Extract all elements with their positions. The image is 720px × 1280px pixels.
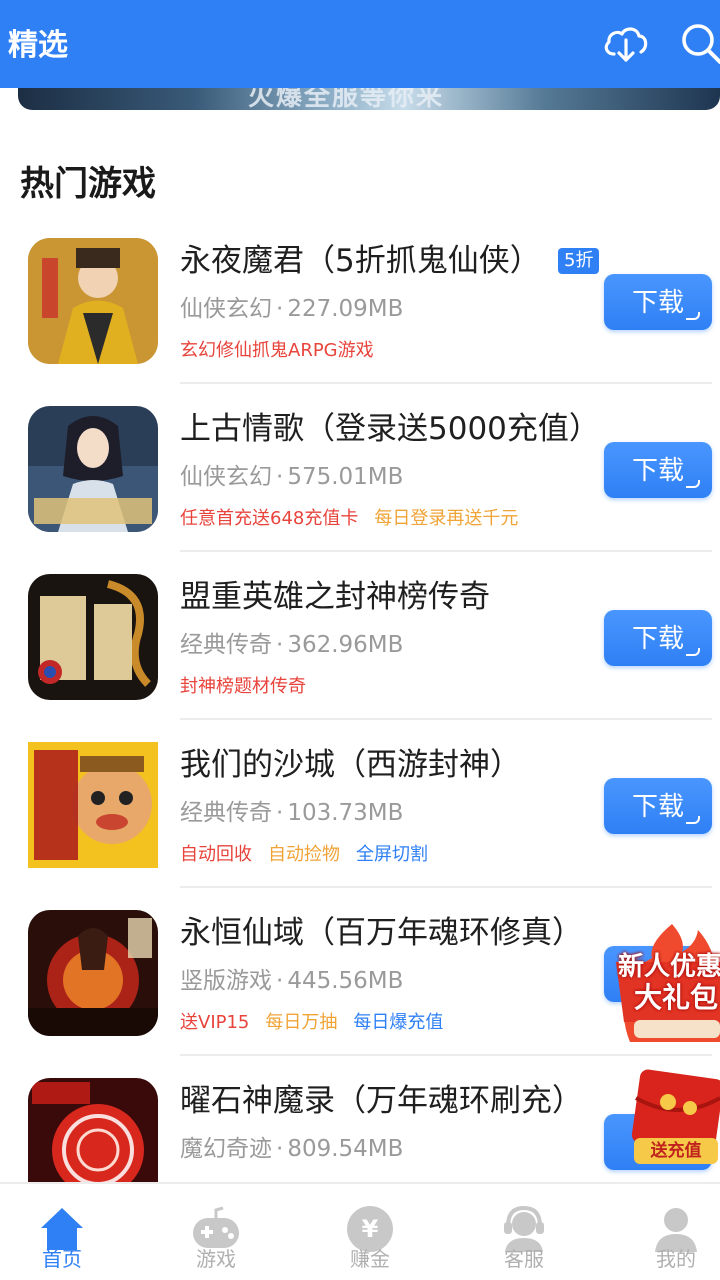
game-size: 227.09MB [287,296,404,322]
game-meta: 经典传奇 · 103.73MB [180,796,403,830]
download-button[interactable]: 下载 [604,610,712,666]
game-meta: 经典传奇 · 362.96MB [180,628,403,662]
game-title[interactable]: 曜石神魔录（万年魂环刷充） [180,1080,583,1122]
new-user-gift-promo[interactable]: 新人优惠 大礼包 [612,922,720,1044]
tab-earn[interactable]: ¥ 赚金 [298,1184,442,1280]
download-button-label: 下载 [631,623,684,653]
meta-separator: · [276,464,284,490]
recharge-red-packet-promo[interactable]: 送充值 [628,1068,720,1168]
download-corner-icon [686,816,700,824]
game-list-item[interactable]: 我们的沙城（西游封神） 经典传奇 · 103.73MB 自动回收 自动捡物 全屏切割 下… [0,720,720,888]
game-title[interactable]: 永夜魔君（5折抓鬼仙侠） [180,240,541,282]
tab-profile[interactable]: 我的 [604,1184,720,1280]
game-list: 永夜魔君（5折抓鬼仙侠） 5折 仙侠玄幻 · 227.09MB 玄幻修仙抓鬼ARPG… [0,216,720,1224]
game-icon[interactable] [28,742,158,868]
game-tag: 自动回收 [180,844,252,865]
game-size: 445.56MB [287,968,404,994]
game-tag: 每日登录再送千元 [374,508,519,529]
banner-carousel[interactable]: 火爆全服等你来 [18,86,720,110]
game-size: 103.73MB [287,800,404,826]
game-size: 575.01MB [287,464,404,490]
meta-separator: · [276,1136,284,1162]
game-tag: 玄幻修仙抓鬼ARPG游戏 [180,340,374,361]
tab-home[interactable]: 首页 [0,1184,134,1280]
tab-label: 客服 [504,1247,544,1271]
meta-separator: · [276,632,284,658]
game-tag: 任意首充送648充值卡 [180,508,359,529]
tab-customer-service[interactable]: 客服 [452,1184,596,1280]
game-list-item[interactable]: 上古情歌（登录送5000充值） 仙侠玄幻 · 575.01MB 任意首充送648充值… [0,384,720,552]
game-meta: 竖版游戏 · 445.56MB [180,964,403,998]
game-tag: 送VIP15 [180,1012,250,1033]
game-list-item[interactable]: 永夜魔君（5折抓鬼仙侠） 5折 仙侠玄幻 · 227.09MB 玄幻修仙抓鬼ARPG… [0,216,720,384]
promo-line-2: 大礼包 [634,981,719,1014]
game-category: 仙侠玄幻 [180,296,272,322]
game-tag: 全屏切割 [356,844,428,865]
bottom-tab-bar: 首页 游戏 ¥ 赚金 客服 我的 [0,1182,720,1280]
download-corner-icon [686,312,700,320]
banner-text: 火爆全服等你来 [248,86,445,110]
tab-label: 赚金 [350,1247,390,1271]
download-button-label: 下载 [631,287,684,317]
tab-games[interactable]: 游戏 [144,1184,288,1280]
meta-separator: · [276,800,284,826]
download-button[interactable]: 下载 [604,778,712,834]
game-title[interactable]: 上古情歌（登录送5000充值） [180,408,600,450]
meta-separator: · [276,968,284,994]
game-tags: 任意首充送648充值卡 每日登录再送千元 [180,506,534,532]
game-meta: 仙侠玄幻 · 227.09MB [180,292,403,326]
game-category: 竖版游戏 [180,968,272,994]
cloud-download-icon[interactable] [600,18,652,70]
game-tags: 自动回收 自动捡物 全屏切割 [180,842,444,868]
game-list-item[interactable]: 盟重英雄之封神榜传奇 经典传奇 · 362.96MB 封神榜题材传奇 下载 [0,552,720,720]
game-category: 魔幻奇迹 [180,1136,272,1162]
download-button-label: 下载 [631,455,684,485]
game-title[interactable]: 我们的沙城（西游封神） [180,744,521,786]
download-button-label: 下载 [631,791,684,821]
game-category: 经典传奇 [180,800,272,826]
download-button[interactable]: 下载 [604,442,712,498]
download-corner-icon [686,648,700,656]
svg-text:¥: ¥ [362,1215,379,1243]
hot-games-heading: 热门游戏 [20,164,156,204]
game-size: 362.96MB [287,632,404,658]
game-meta: 仙侠玄幻 · 575.01MB [180,460,403,494]
top-app-bar: 精选 [0,0,720,88]
search-icon[interactable] [676,18,720,70]
game-tags: 玄幻修仙抓鬼ARPG游戏 [180,338,390,364]
download-button[interactable]: 下载 [604,274,712,330]
game-icon[interactable] [28,406,158,532]
recharge-label: 送充值 [634,1138,718,1164]
game-tag: 每日爆充值 [353,1012,444,1033]
game-meta: 魔幻奇迹 · 809.54MB [180,1132,403,1166]
game-title[interactable]: 永恒仙域（百万年魂环修真） [180,912,583,954]
game-tags: 送VIP15 每日万抽 每日爆充值 [180,1010,459,1036]
game-icon[interactable] [28,238,158,364]
game-title[interactable]: 盟重英雄之封神榜传奇 [180,576,490,618]
page-title: 精选 [8,28,68,63]
promo-line-1: 新人优惠 [618,952,720,982]
meta-separator: · [276,296,284,322]
discount-badge: 5折 [558,248,600,274]
game-size: 809.54MB [287,1136,404,1162]
game-category: 仙侠玄幻 [180,464,272,490]
download-corner-icon [686,480,700,488]
game-tags: 封神榜题材传奇 [180,674,322,700]
tab-label: 首页 [42,1247,82,1271]
game-icon[interactable] [28,574,158,700]
game-tag: 封神榜题材传奇 [180,676,306,697]
tab-label: 游戏 [196,1247,236,1271]
game-tag: 每日万抽 [265,1012,338,1033]
game-category: 经典传奇 [180,632,272,658]
game-tag: 自动捡物 [268,844,340,865]
game-icon[interactable] [28,910,158,1036]
tab-label: 我的 [656,1247,696,1271]
